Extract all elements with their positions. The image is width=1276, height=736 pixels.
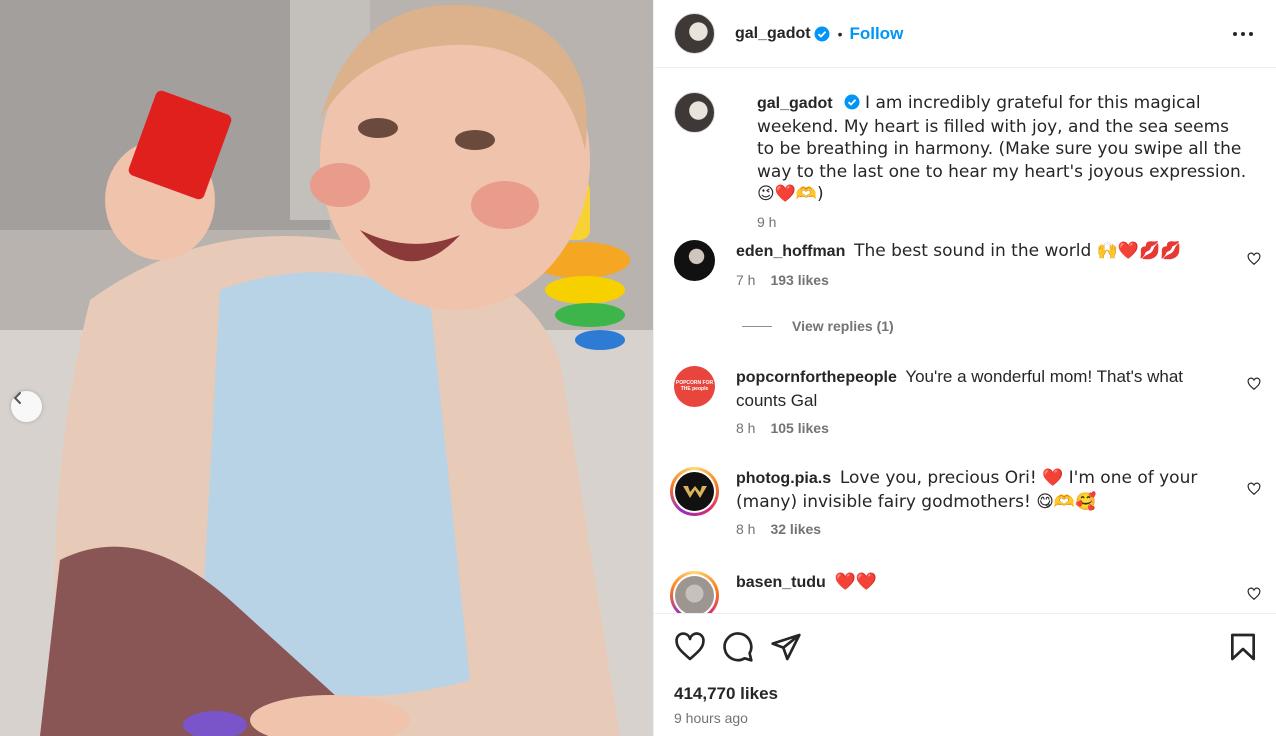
post-panel: gal_gadot • Follow gal_gadot I am incred… (653, 0, 1276, 736)
comments-list[interactable]: gal_gadot I am incredibly grateful for t… (654, 68, 1276, 613)
commenter-username[interactable]: popcornforthepeople (736, 369, 897, 386)
likes-count[interactable]: 414,770 likes (674, 684, 778, 704)
post-actions: 414,770 likes 9 hours ago (654, 613, 1276, 736)
commenter-username[interactable]: eden_hoffman (736, 243, 845, 260)
view-replies-label: View replies (1) (792, 318, 894, 334)
heart-icon[interactable] (1247, 252, 1261, 266)
story-ring[interactable] (670, 571, 719, 613)
commenter-avatar (675, 472, 714, 511)
comment-text: The best sound in the world 🙌❤️💋💋 (854, 241, 1182, 261)
post-time[interactable]: 9 hours ago (674, 710, 748, 726)
previous-slide-button[interactable] (11, 391, 42, 422)
verified-badge-icon (814, 26, 830, 41)
follow-button[interactable]: Follow (849, 24, 903, 44)
comment-likes[interactable]: 193 likes (770, 272, 828, 288)
author-username[interactable]: gal_gadot (735, 25, 811, 43)
commenter-avatar[interactable] (674, 240, 715, 281)
comment-icon[interactable] (722, 631, 754, 663)
post-caption: gal_gadot I am incredibly grateful for t… (674, 92, 1264, 230)
comment-time: 7 h (736, 271, 756, 288)
post-media[interactable] (0, 0, 653, 736)
more-options-icon[interactable] (1232, 24, 1254, 44)
commenter-avatar[interactable]: POPCORN FOR THE people (674, 366, 715, 407)
comment-time: 8 h (736, 420, 756, 436)
wonder-woman-logo-icon (682, 485, 707, 498)
comment-time: 8 h (736, 521, 756, 537)
caption-username[interactable]: gal_gadot (757, 95, 833, 112)
view-replies-button[interactable]: View replies (1) (742, 318, 894, 334)
heart-icon[interactable] (1247, 482, 1261, 496)
caption-time: 9 h (757, 213, 777, 230)
heart-icon[interactable] (674, 631, 706, 663)
comment-item: photog.pia.s Love you, precious Ori! ❤️ … (670, 467, 1264, 537)
comment-item: basen_tudu ❤️❤️ (670, 571, 1264, 613)
caption-avatar[interactable] (674, 92, 715, 133)
avatar-text: POPCORN FOR THE people (675, 380, 714, 392)
story-ring[interactable] (670, 467, 719, 516)
comment-item: POPCORN FOR THE people popcornforthepeop… (674, 366, 1264, 436)
comment-likes[interactable]: 32 likes (770, 521, 821, 537)
author-avatar[interactable] (674, 13, 715, 54)
chevron-left-icon (13, 392, 21, 404)
heart-icon[interactable] (1247, 377, 1261, 391)
commenter-avatar (675, 576, 714, 613)
commenter-username[interactable]: basen_tudu (736, 574, 826, 591)
heart-icon[interactable] (1247, 587, 1261, 601)
share-icon[interactable] (770, 631, 802, 663)
verified-badge-icon (844, 94, 860, 110)
commenter-username[interactable]: photog.pia.s (736, 470, 831, 487)
post-header: gal_gadot • Follow (654, 0, 1276, 68)
bookmark-icon[interactable] (1227, 631, 1259, 663)
comment-text: ❤️❤️ (834, 572, 877, 592)
separator-dot: • (837, 25, 843, 42)
replies-divider (742, 325, 772, 327)
comment-likes[interactable]: 105 likes (770, 420, 828, 436)
baby-photo (0, 0, 653, 736)
comment-item: eden_hoffman The best sound in the world… (674, 240, 1264, 288)
